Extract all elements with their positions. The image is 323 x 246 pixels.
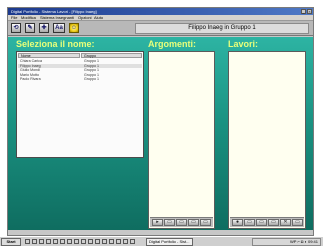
screen: Digital Portfolio - Sistema Lavori - [Fi… (0, 0, 323, 246)
arguments-open-button[interactable]: ▭ (164, 219, 175, 226)
more-icon: ▭ (295, 219, 300, 225)
back-arrow-icon: ⟲ (13, 25, 19, 31)
cross-button[interactable]: ✚ (39, 23, 49, 33)
quicklaunch-icon[interactable] (130, 239, 135, 244)
taskbar: Start Digital Portfolio - Sist... WP ⌐ ◘… (0, 236, 323, 246)
copy-icon: ▭ (191, 219, 196, 225)
works-delete-button[interactable]: ✕ (280, 219, 291, 226)
edit-button[interactable]: ✎ (25, 23, 35, 33)
quicklaunch-icon[interactable] (53, 239, 58, 244)
arguments-delete-button[interactable]: ▭ (200, 219, 211, 226)
works-edit-button[interactable]: ▭ (256, 219, 267, 226)
open-icon: ▭ (167, 219, 172, 225)
student-list-header: Nome Gruppo (18, 53, 142, 58)
quicklaunch-icon[interactable] (67, 239, 72, 244)
taskbar-app-button[interactable]: Digital Portfolio - Sist... (146, 238, 193, 246)
arguments-button-bar: ▸ ▭ ▭ ▭ ▭ (150, 217, 213, 227)
quicklaunch-icon[interactable] (123, 239, 128, 244)
cross-icon: ✚ (41, 25, 47, 31)
system-tray: WP ⌐ ◘ ◐ 09:41 (252, 238, 321, 246)
quicklaunch-icon[interactable] (46, 239, 51, 244)
works-open-button[interactable]: ▭ (244, 219, 255, 226)
student-name: Paolo Rivara (20, 77, 41, 81)
quicklaunch-icon[interactable] (25, 239, 30, 244)
works-button-bar: ● ▭ ▭ ▭ ✕ ▭ (230, 217, 304, 227)
arguments-edit-button[interactable]: ▭ (176, 219, 187, 226)
quicklaunch-icon[interactable] (102, 239, 107, 244)
quicklaunch-icon[interactable] (88, 239, 93, 244)
back-button[interactable]: ⟲ (11, 23, 21, 33)
student-row[interactable]: Paolo Rivara Gruppo 1 (18, 77, 142, 82)
delete-icon: ▭ (203, 219, 208, 225)
student-list[interactable]: Nome Gruppo Chiara Carica Gruppo 1 Filip… (16, 51, 144, 158)
record-icon: ● (235, 219, 240, 225)
window-title: Digital Portfolio - Sistema Lavori - [Fi… (11, 9, 97, 14)
quicklaunch-icon[interactable] (60, 239, 65, 244)
play-icon: ▸ (156, 219, 159, 225)
select-name-heading: Seleziona il nome: (16, 39, 95, 49)
quicklaunch-icon[interactable] (39, 239, 44, 244)
quicklaunch-icon[interactable] (32, 239, 37, 244)
copy-icon: ▭ (271, 219, 276, 225)
smiley-icon: ☺ (70, 25, 78, 31)
works-more-button[interactable]: ▭ (292, 219, 303, 226)
arguments-copy-button[interactable]: ▭ (188, 219, 199, 226)
works-heading: Lavori: (228, 39, 259, 49)
text-size-icon: Aa (55, 25, 63, 31)
arguments-play-button[interactable]: ▸ (152, 219, 163, 226)
text-size-button[interactable]: Aa (53, 23, 65, 33)
open-icon: ▭ (247, 219, 252, 225)
toolbar: ⟲ ✎ ✚ Aa ☺ Filippo Inaeg in Gruppo 1 (8, 21, 313, 36)
close-button[interactable]: × (307, 9, 312, 14)
quicklaunch-icon[interactable] (74, 239, 79, 244)
smiley-button[interactable]: ☺ (69, 23, 79, 33)
works-record-button[interactable]: ● (232, 219, 243, 226)
main-area: Seleziona il nome: Argomenti: Lavori: No… (8, 37, 313, 230)
student-group: Gruppo 1 (84, 77, 99, 81)
quicklaunch-icon[interactable] (81, 239, 86, 244)
current-student-display: Filippo Inaeg in Gruppo 1 (135, 23, 309, 34)
minimize-button[interactable]: _ (301, 9, 306, 14)
start-button[interactable]: Start (1, 238, 21, 246)
arguments-list[interactable]: ▸ ▭ ▭ ▭ ▭ (148, 51, 215, 229)
title-bar: Digital Portfolio - Sistema Lavori - [Fi… (8, 8, 313, 15)
delete-x-icon: ✕ (283, 219, 288, 225)
quicklaunch-icon[interactable] (95, 239, 100, 244)
quicklaunch-icon[interactable] (109, 239, 114, 244)
pencil-icon: ✎ (27, 25, 33, 31)
column-header-group[interactable]: Gruppo (81, 53, 142, 58)
edit-icon: ▭ (179, 219, 184, 225)
works-list[interactable]: ● ▭ ▭ ▭ ✕ ▭ (228, 51, 306, 229)
column-header-name[interactable]: Nome (18, 53, 80, 58)
quicklaunch-icon[interactable] (116, 239, 121, 244)
works-copy-button[interactable]: ▭ (268, 219, 279, 226)
app-window: Digital Portfolio - Sistema Lavori - [Fi… (7, 7, 314, 236)
arguments-heading: Argomenti: (148, 39, 196, 49)
edit-icon: ▭ (259, 219, 264, 225)
